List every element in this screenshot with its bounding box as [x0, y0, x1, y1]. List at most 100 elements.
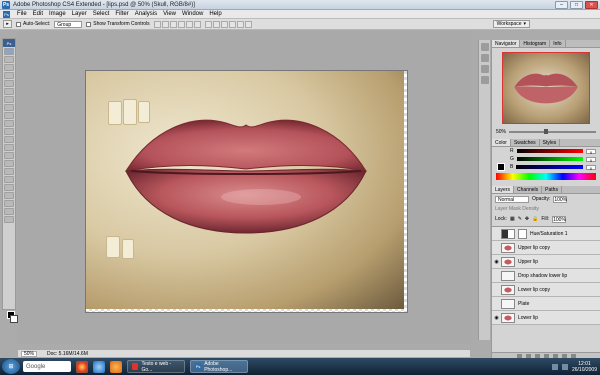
green-value[interactable]: 0 — [586, 156, 596, 163]
align-top-icon[interactable] — [153, 20, 161, 28]
path-selection-tool-icon[interactable] — [4, 176, 14, 183]
menu-edit[interactable]: Edit — [30, 11, 46, 17]
tab-channels[interactable]: Channels — [514, 186, 543, 193]
visibility-eye-icon[interactable]: ◉ — [492, 259, 501, 265]
chrome-icon[interactable] — [76, 360, 88, 373]
distribute-right-icon[interactable] — [244, 20, 252, 28]
move-tool-icon[interactable] — [4, 48, 14, 55]
zoom-level-field[interactable]: 50% — [21, 350, 38, 357]
type-tool-icon[interactable] — [4, 168, 14, 175]
layer-row[interactable]: Lower lip copy — [492, 283, 600, 297]
gradient-tool-icon[interactable] — [4, 136, 14, 143]
document-canvas[interactable] — [85, 70, 408, 313]
align-center-icon[interactable] — [185, 20, 193, 28]
3d-rotate-tool-icon[interactable] — [4, 192, 14, 199]
align-left-icon[interactable] — [177, 20, 185, 28]
marquee-tool-icon[interactable] — [4, 56, 14, 63]
network-icon[interactable] — [551, 363, 558, 370]
layer-row[interactable]: Drop shadow lower lip — [492, 269, 600, 283]
task-browser[interactable]: Testo e web - Go... — [127, 360, 185, 373]
tab-styles[interactable]: Styles — [540, 139, 561, 146]
minimize-button[interactable]: – — [555, 1, 568, 9]
blend-mode-dropdown[interactable]: Normal — [495, 195, 529, 203]
start-button[interactable]: ⊞ — [2, 359, 20, 374]
ps-menu-icon[interactable]: Ps — [3, 10, 10, 18]
opacity-field[interactable]: 100% — [553, 195, 568, 203]
3d-orbit-tool-icon[interactable] — [4, 200, 14, 207]
auto-select-dropdown[interactable]: Group — [54, 20, 83, 28]
healing-brush-tool-icon[interactable] — [4, 96, 14, 103]
distribute-top-icon[interactable] — [204, 20, 212, 28]
menu-file[interactable]: File — [14, 11, 30, 17]
align-bottom-icon[interactable] — [169, 20, 177, 28]
task-photoshop[interactable]: Ps Adobe Photoshop... — [190, 360, 248, 373]
toolbox-header[interactable]: Ps — [3, 39, 15, 47]
blur-tool-icon[interactable] — [4, 144, 14, 151]
distribute-left-icon[interactable] — [228, 20, 236, 28]
panel-icon[interactable] — [480, 54, 489, 62]
navigator-zoom-value[interactable]: 50% — [496, 129, 506, 135]
zoom-tool-icon[interactable] — [4, 216, 14, 223]
green-slider[interactable] — [516, 157, 583, 161]
menu-image[interactable]: Image — [46, 11, 69, 17]
color-spectrum-bar[interactable] — [496, 173, 596, 180]
clone-stamp-tool-icon[interactable] — [4, 112, 14, 119]
menu-help[interactable]: Help — [206, 11, 224, 17]
layer-mask-thumbnail[interactable] — [518, 228, 527, 239]
blue-slider[interactable] — [516, 165, 583, 169]
pen-tool-icon[interactable] — [4, 160, 14, 167]
lasso-tool-icon[interactable] — [4, 64, 14, 71]
menu-window[interactable]: Window — [179, 11, 206, 17]
layer-row[interactable]: Upper lip copy — [492, 241, 600, 255]
menu-view[interactable]: View — [160, 11, 179, 17]
crop-tool-icon[interactable] — [4, 80, 14, 87]
panel-icon[interactable] — [480, 76, 489, 84]
navigator-zoom-slider[interactable] — [509, 128, 596, 134]
show-transform-checkbox[interactable]: Show Transform Controls — [86, 21, 150, 27]
menu-filter[interactable]: Filter — [112, 11, 131, 17]
fill-field[interactable]: 100% — [552, 215, 567, 223]
menu-select[interactable]: Select — [90, 11, 113, 17]
layer-row[interactable]: Plate — [492, 297, 600, 311]
blue-value[interactable]: 0 — [586, 164, 596, 171]
maximize-button[interactable]: □ — [570, 1, 583, 9]
tab-navigator[interactable]: Navigator — [492, 40, 521, 47]
visibility-eye-icon[interactable]: ◉ — [492, 315, 501, 321]
lock-transparency-icon[interactable]: ▦ — [510, 216, 515, 222]
layer-row[interactable]: Hue/Saturation 1 — [492, 227, 600, 241]
red-value[interactable]: 0 — [586, 148, 596, 155]
brush-tool-icon[interactable] — [4, 104, 14, 111]
close-button[interactable]: ✕ — [585, 1, 598, 9]
dodge-tool-icon[interactable] — [4, 152, 14, 159]
doc-size-info[interactable]: Doc: 5.16M/14.6M — [47, 351, 88, 357]
distribute-middle-icon[interactable] — [212, 20, 220, 28]
align-right-icon[interactable] — [193, 20, 201, 28]
tab-info[interactable]: Info — [550, 40, 566, 47]
layer-row[interactable]: ◉ Lower lip — [492, 311, 600, 325]
auto-select-checkbox[interactable]: Auto-Select: — [16, 21, 50, 27]
distribute-bottom-icon[interactable] — [220, 20, 228, 28]
lock-all-icon[interactable]: 🔒 — [532, 216, 538, 222]
eyedropper-tool-icon[interactable] — [4, 88, 14, 95]
panel-foreground-swatch[interactable] — [497, 163, 505, 171]
slider-knob[interactable] — [543, 128, 548, 134]
tab-histogram[interactable]: Histogram — [520, 40, 551, 47]
distribute-center-icon[interactable] — [236, 20, 244, 28]
lock-image-icon[interactable]: ✎ — [518, 216, 522, 222]
clock[interactable]: 12:01 26/10/2009 — [572, 361, 597, 373]
menu-analysis[interactable]: Analysis — [132, 11, 160, 17]
layer-row[interactable]: ◉ Upper lip — [492, 255, 600, 269]
align-middle-icon[interactable] — [161, 20, 169, 28]
quick-select-tool-icon[interactable] — [4, 72, 14, 79]
tab-paths[interactable]: Paths — [542, 186, 562, 193]
menu-layer[interactable]: Layer — [69, 11, 90, 17]
volume-icon[interactable] — [561, 363, 568, 370]
workspace-switcher[interactable]: Workspace ▾ — [492, 20, 530, 28]
navigator-preview[interactable] — [502, 52, 590, 124]
history-brush-tool-icon[interactable] — [4, 120, 14, 127]
hand-tool-icon[interactable] — [4, 208, 14, 215]
red-slider[interactable] — [516, 149, 583, 153]
tab-layers[interactable]: Layers — [492, 186, 515, 193]
panel-icon[interactable] — [480, 43, 489, 51]
move-tool-preset-icon[interactable]: ▸ — [3, 20, 12, 28]
